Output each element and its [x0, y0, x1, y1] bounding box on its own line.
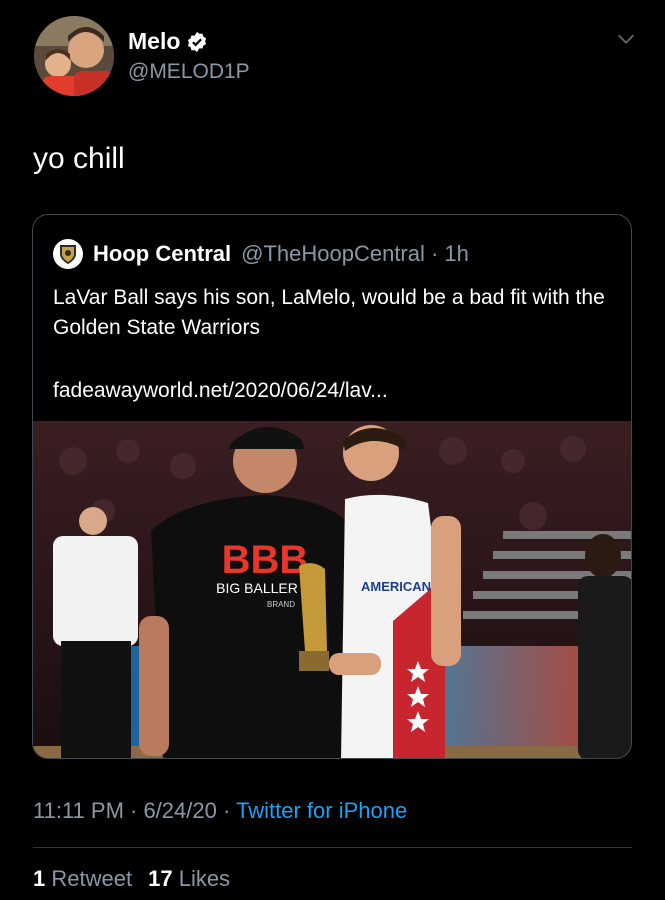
display-name-text[interactable]: Melo: [128, 28, 180, 55]
verified-badge-icon: [188, 31, 207, 52]
divider: [33, 847, 632, 848]
shirt-logo: BBB: [222, 538, 309, 582]
tweet-text: yo chill: [33, 142, 125, 175]
quoted-tweet-link[interactable]: fadeawayworld.net/2020/06/24/lav...: [53, 379, 388, 403]
tweet-source-link[interactable]: Twitter for iPhone: [236, 798, 407, 823]
author-handle[interactable]: @MELOD1P: [128, 60, 250, 84]
display-name[interactable]: Melo: [128, 28, 208, 55]
chevron-down-icon[interactable]: [615, 28, 637, 50]
likes-stat[interactable]: 17 Likes: [148, 866, 230, 891]
likes-label: Likes: [178, 866, 231, 891]
likes-count: 17: [148, 866, 173, 891]
quoted-tweet-card[interactable]: Hoop Central @TheHoopCentral · 1h LaVar …: [32, 214, 632, 759]
shirt-subtext: BRAND: [267, 600, 295, 609]
quoted-tweet-text: LaVar Ball says his son, LaMelo, would b…: [53, 286, 605, 339]
engagement-stats: 1 Retweet 17 Likes: [33, 866, 230, 892]
retweets-count: 1: [33, 866, 46, 891]
quoted-tweet-photo[interactable]: BBB BIG BALLER BRAND AMERICAN: [33, 421, 632, 759]
quoted-author-name[interactable]: Hoop Central: [93, 241, 231, 267]
shirt-text: BIG BALLER: [216, 580, 298, 596]
quoted-tweet-header: Hoop Central @TheHoopCentral · 1h: [53, 239, 469, 269]
timestamp-text[interactable]: 11:11 PM · 6/24/20 ·: [33, 798, 236, 823]
tweet-timestamp: 11:11 PM · 6/24/20 · Twitter for iPhone: [33, 798, 407, 824]
avatar[interactable]: [34, 16, 114, 96]
retweets-stat[interactable]: 1 Retweet: [33, 866, 132, 891]
retweets-label: Retweet: [51, 866, 133, 891]
quoted-author-meta: @TheHoopCentral · 1h: [241, 241, 469, 266]
jersey-text: AMERICAN: [361, 579, 431, 594]
hoop-central-logo-icon: [53, 239, 83, 269]
